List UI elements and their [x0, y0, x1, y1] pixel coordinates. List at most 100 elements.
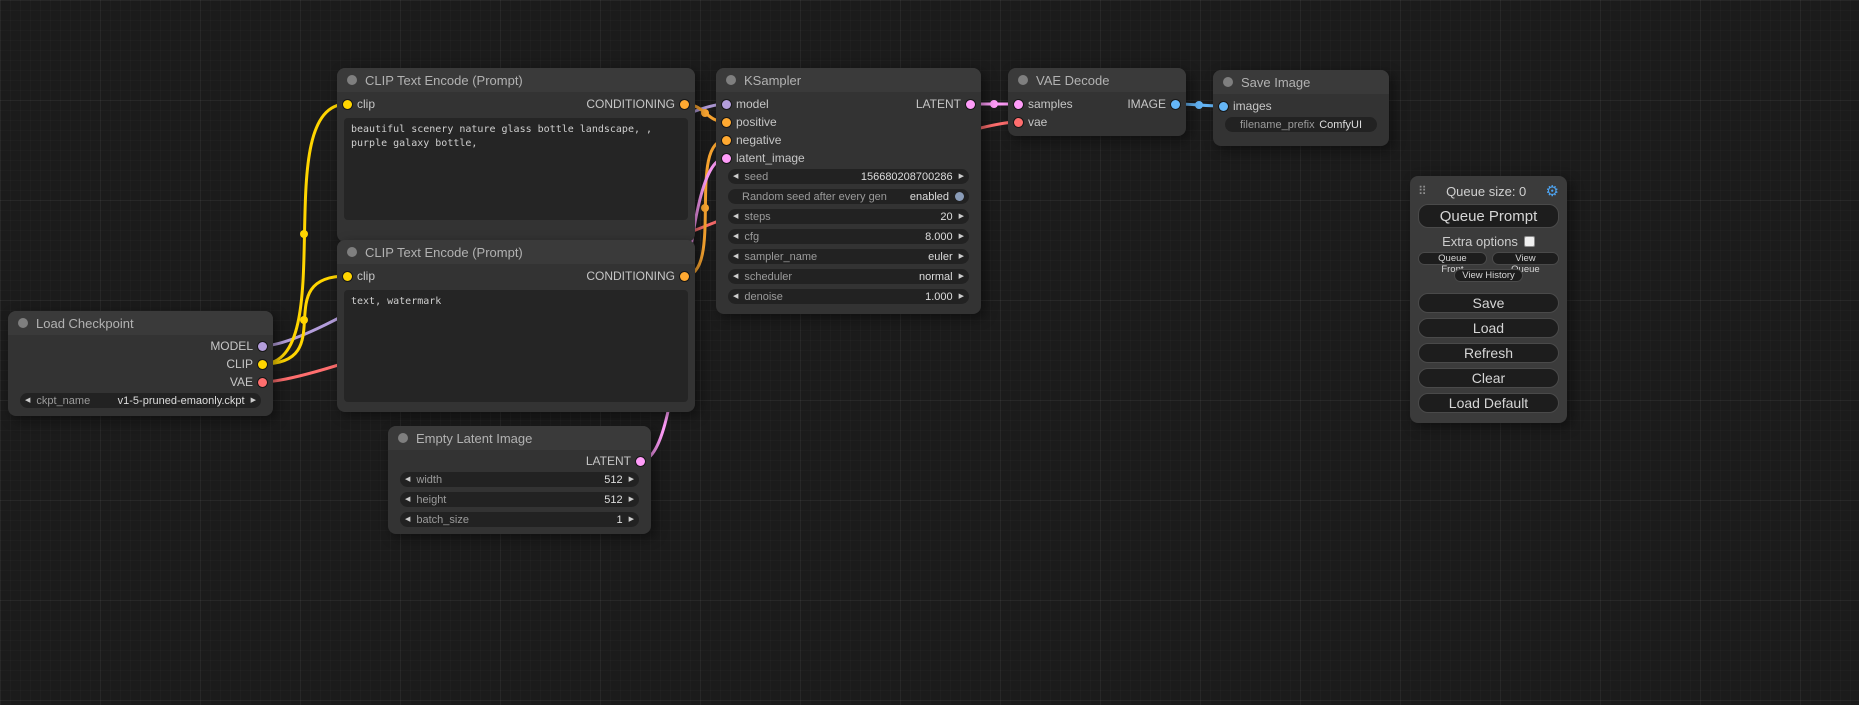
widget-list: filename_prefix ComfyUI — [1213, 115, 1389, 132]
wire-midpoint-dot — [300, 316, 308, 324]
node-titlebar[interactable]: Empty Latent Image — [388, 426, 651, 450]
prompt-textarea[interactable]: text, watermark — [344, 290, 688, 402]
refresh-button[interactable]: Refresh — [1418, 343, 1559, 363]
increment-arrow-icon[interactable]: ▶ — [629, 496, 634, 503]
output-slot-label: LATENT — [586, 454, 631, 468]
increment-arrow-icon[interactable]: ▶ — [629, 516, 634, 523]
increment-arrow-icon[interactable]: ▶ — [959, 233, 964, 240]
node-empty-latent-image[interactable]: Empty Latent Image LATENT ◀ width 512 ▶ … — [388, 426, 651, 534]
input-port-model[interactable] — [722, 100, 731, 109]
widget-batch-size[interactable]: ◀ batch_size 1 ▶ — [400, 512, 639, 527]
output-port-latent[interactable] — [966, 100, 975, 109]
toggle-indicator-icon[interactable] — [955, 192, 964, 201]
increment-arrow-icon[interactable]: ▶ — [959, 273, 964, 280]
widget-width[interactable]: ◀ width 512 ▶ — [400, 472, 639, 487]
input-slot-label: positive — [736, 115, 777, 129]
node-title: Load Checkpoint — [36, 316, 134, 331]
widget-sampler-name[interactable]: ◀ sampler_name euler ▶ — [728, 249, 969, 264]
slot-row: model LATENT — [716, 95, 981, 113]
slots: LATENT — [388, 450, 651, 470]
node-titlebar[interactable]: VAE Decode — [1008, 68, 1186, 92]
slot-row: positive — [716, 113, 981, 131]
widget-scheduler[interactable]: ◀ scheduler normal ▶ — [728, 269, 969, 284]
widget-value: v1-5-pruned-emaonly.ckpt — [118, 395, 245, 407]
output-port-conditioning[interactable] — [680, 100, 689, 109]
widget-value: 20 — [940, 211, 952, 223]
output-port-model[interactable] — [258, 342, 267, 351]
decrement-arrow-icon[interactable]: ◀ — [733, 173, 738, 180]
widget-height[interactable]: ◀ height 512 ▶ — [400, 492, 639, 507]
node-titlebar[interactable]: Save Image — [1213, 70, 1389, 94]
decrement-arrow-icon[interactable]: ◀ — [25, 397, 30, 404]
decrement-arrow-icon[interactable]: ◀ — [733, 253, 738, 260]
widget-value: 512 — [604, 474, 622, 486]
slot-row: clip CONDITIONING — [337, 267, 695, 285]
increment-arrow-icon[interactable]: ▶ — [629, 476, 634, 483]
extra-options-row: Extra options — [1418, 234, 1559, 248]
node-vae-decode[interactable]: VAE Decode samples IMAGE vae — [1008, 68, 1186, 136]
load-default-button[interactable]: Load Default — [1418, 393, 1559, 413]
node-title: CLIP Text Encode (Prompt) — [365, 245, 523, 260]
decrement-arrow-icon[interactable]: ◀ — [733, 233, 738, 240]
widget-seed[interactable]: ◀ seed 156680208700286 ▶ — [728, 169, 969, 184]
decrement-arrow-icon[interactable]: ◀ — [405, 496, 410, 503]
decrement-arrow-icon[interactable]: ◀ — [733, 273, 738, 280]
wire-midpoint-dot — [300, 230, 308, 238]
queue-front-button[interactable]: Queue Front — [1418, 252, 1487, 265]
decrement-arrow-icon[interactable]: ◀ — [733, 293, 738, 300]
widget-cfg[interactable]: ◀ cfg 8.000 ▶ — [728, 229, 969, 244]
input-port-images[interactable] — [1219, 102, 1228, 111]
input-port-clip[interactable] — [343, 100, 352, 109]
view-history-button[interactable]: View History — [1454, 269, 1523, 282]
drag-handle-icon[interactable]: ⠿ — [1418, 184, 1427, 198]
widget-value: ComfyUI — [1319, 119, 1362, 131]
input-port-clip[interactable] — [343, 272, 352, 281]
node-titlebar[interactable]: CLIP Text Encode (Prompt) — [337, 240, 695, 264]
output-slot-label: VAE — [230, 375, 253, 389]
settings-gear-icon[interactable]: ⚙ — [1546, 184, 1559, 199]
widget-ckpt-name[interactable]: ◀ ckpt_name v1-5-pruned-emaonly.ckpt ▶ — [20, 393, 261, 408]
node-load-checkpoint[interactable]: Load Checkpoint MODEL CLIP VAE ◀ ckpt_na… — [8, 311, 273, 416]
input-port-positive[interactable] — [722, 118, 731, 127]
input-port-samples[interactable] — [1014, 100, 1023, 109]
widget-denoise[interactable]: ◀ denoise 1.000 ▶ — [728, 289, 969, 304]
decrement-arrow-icon[interactable]: ◀ — [405, 516, 410, 523]
output-port-vae[interactable] — [258, 378, 267, 387]
widget-steps[interactable]: ◀ steps 20 ▶ — [728, 209, 969, 224]
queue-prompt-button[interactable]: Queue Prompt — [1418, 204, 1559, 228]
decrement-arrow-icon[interactable]: ◀ — [405, 476, 410, 483]
prompt-textarea[interactable]: beautiful scenery nature glass bottle la… — [344, 118, 688, 220]
node-ksampler[interactable]: KSampler model LATENT positive negative … — [716, 68, 981, 314]
widget-filename-prefix[interactable]: filename_prefix ComfyUI — [1225, 117, 1377, 132]
increment-arrow-icon[interactable]: ▶ — [959, 213, 964, 220]
input-port-vae[interactable] — [1014, 118, 1023, 127]
node-titlebar[interactable]: CLIP Text Encode (Prompt) — [337, 68, 695, 92]
increment-arrow-icon[interactable]: ▶ — [959, 293, 964, 300]
save-button[interactable]: Save — [1418, 293, 1559, 313]
increment-arrow-icon[interactable]: ▶ — [959, 173, 964, 180]
output-port-image[interactable] — [1171, 100, 1180, 109]
node-save-image[interactable]: Save Image images filename_prefix ComfyU… — [1213, 70, 1389, 146]
decrement-arrow-icon[interactable]: ◀ — [733, 213, 738, 220]
extra-options-checkbox[interactable] — [1524, 236, 1535, 247]
clear-button[interactable]: Clear — [1418, 368, 1559, 388]
node-titlebar[interactable]: KSampler — [716, 68, 981, 92]
output-port-clip[interactable] — [258, 360, 267, 369]
load-button[interactable]: Load — [1418, 318, 1559, 338]
node-clip-text-encode-positive[interactable]: CLIP Text Encode (Prompt) clip CONDITION… — [337, 68, 695, 242]
widget-list: ◀ ckpt_name v1-5-pruned-emaonly.ckpt ▶ — [8, 391, 273, 408]
output-slot-label: LATENT — [916, 97, 961, 111]
node-clip-text-encode-negative[interactable]: CLIP Text Encode (Prompt) clip CONDITION… — [337, 240, 695, 412]
increment-arrow-icon[interactable]: ▶ — [959, 253, 964, 260]
increment-arrow-icon[interactable]: ▶ — [251, 397, 256, 404]
input-port-latent-image[interactable] — [722, 154, 731, 163]
output-port-latent[interactable] — [636, 457, 645, 466]
output-port-conditioning[interactable] — [680, 272, 689, 281]
widget-label: seed — [744, 171, 768, 183]
widget-random-seed-toggle[interactable]: Random seed after every gen enabled — [728, 189, 969, 204]
slot-row: VAE — [8, 373, 273, 391]
node-titlebar[interactable]: Load Checkpoint — [8, 311, 273, 335]
input-port-negative[interactable] — [722, 136, 731, 145]
output-slot-label: MODEL — [210, 339, 253, 353]
view-queue-button[interactable]: View Queue — [1492, 252, 1559, 265]
